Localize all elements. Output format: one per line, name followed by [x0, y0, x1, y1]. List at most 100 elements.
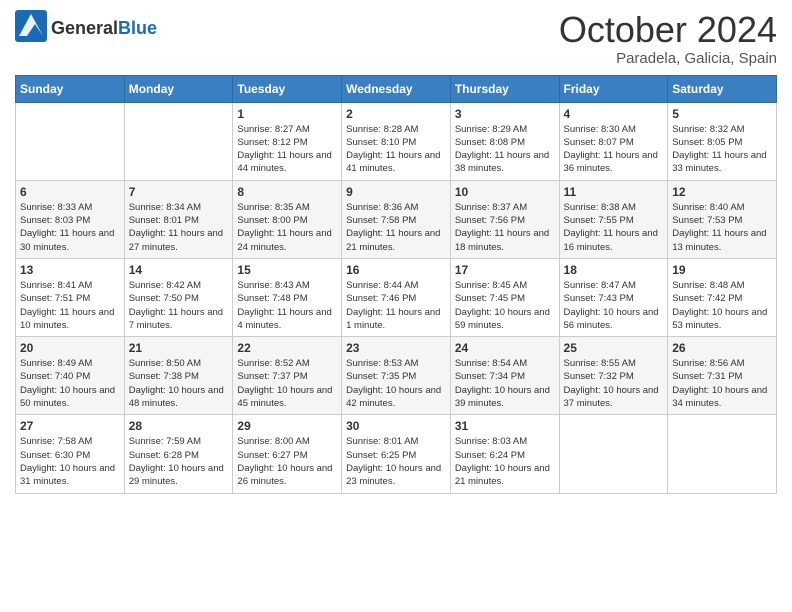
- day-number: 26: [672, 341, 772, 355]
- calendar-table: SundayMondayTuesdayWednesdayThursdayFrid…: [15, 75, 777, 494]
- page: GeneralBlue October 2024 Paradela, Galic…: [0, 0, 792, 612]
- header-row: SundayMondayTuesdayWednesdayThursdayFrid…: [16, 75, 777, 102]
- day-number: 12: [672, 185, 772, 199]
- day-number: 24: [455, 341, 555, 355]
- day-cell: 26 Sunrise: 8:56 AM Sunset: 7:31 PM Dayli…: [668, 337, 777, 415]
- col-header-saturday: Saturday: [668, 75, 777, 102]
- day-number: 3: [455, 107, 555, 121]
- day-cell: 17 Sunrise: 8:45 AM Sunset: 7:45 PM Dayli…: [450, 258, 559, 336]
- day-info: Sunrise: 8:47 AM Sunset: 7:43 PM Dayligh…: [564, 279, 664, 332]
- col-header-monday: Monday: [124, 75, 233, 102]
- day-info: Sunrise: 8:32 AM Sunset: 8:05 PM Dayligh…: [672, 123, 772, 176]
- day-cell: 2 Sunrise: 8:28 AM Sunset: 8:10 PM Daylig…: [342, 102, 451, 180]
- day-cell: 21Sunrise: 8:50 AM Sunset: 7:38 PM Dayli…: [124, 337, 233, 415]
- col-header-friday: Friday: [559, 75, 668, 102]
- logo-general: General: [51, 18, 118, 38]
- day-cell: 6 Sunrise: 8:33 AM Sunset: 8:03 PM Daylig…: [16, 180, 125, 258]
- day-cell: 24Sunrise: 8:54 AM Sunset: 7:34 PM Dayli…: [450, 337, 559, 415]
- day-cell: 18 Sunrise: 8:47 AM Sunset: 7:43 PM Dayli…: [559, 258, 668, 336]
- day-info: Sunrise: 8:56 AM Sunset: 7:31 PM Dayligh…: [672, 357, 772, 410]
- day-info: Sunrise: 8:52 AM Sunset: 7:37 PM Dayligh…: [237, 357, 337, 410]
- week-row-5: 27 Sunrise: 7:58 AM Sunset: 6:30 PM Dayli…: [16, 415, 777, 493]
- day-number: 29: [237, 419, 337, 433]
- day-cell: 5 Sunrise: 8:32 AM Sunset: 8:05 PM Daylig…: [668, 102, 777, 180]
- day-info: Sunrise: 8:49 AM Sunset: 7:40 PM Dayligh…: [20, 357, 120, 410]
- day-info: Sunrise: 8:44 AM Sunset: 7:46 PM Dayligh…: [346, 279, 446, 332]
- day-cell: 29Sunrise: 8:00 AM Sunset: 6:27 PM Dayli…: [233, 415, 342, 493]
- day-number: 11: [564, 185, 664, 199]
- day-info: Sunrise: 8:35 AM Sunset: 8:00 PM Dayligh…: [237, 201, 337, 254]
- day-cell: 12 Sunrise: 8:40 AM Sunset: 7:53 PM Dayli…: [668, 180, 777, 258]
- day-info: Sunrise: 8:37 AM Sunset: 7:56 PM Dayligh…: [455, 201, 555, 254]
- day-number: 9: [346, 185, 446, 199]
- day-number: 18: [564, 263, 664, 277]
- logo-icon: [15, 10, 47, 47]
- day-cell: 8 Sunrise: 8:35 AM Sunset: 8:00 PM Daylig…: [233, 180, 342, 258]
- day-number: 28: [129, 419, 229, 433]
- day-number: 25: [564, 341, 664, 355]
- day-info: Sunrise: 8:48 AM Sunset: 7:42 PM Dayligh…: [672, 279, 772, 332]
- day-number: 8: [237, 185, 337, 199]
- day-number: 19: [672, 263, 772, 277]
- month-title: October 2024: [559, 10, 777, 50]
- day-cell: 23 Sunrise: 8:53 AM Sunset: 7:35 PM Dayli…: [342, 337, 451, 415]
- week-row-2: 6 Sunrise: 8:33 AM Sunset: 8:03 PM Daylig…: [16, 180, 777, 258]
- day-info: Sunrise: 8:42 AM Sunset: 7:50 PM Dayligh…: [129, 279, 229, 332]
- header: GeneralBlue October 2024 Paradela, Galic…: [15, 10, 777, 67]
- logo-blue: Blue: [118, 18, 157, 38]
- day-cell: 20Sunrise: 8:49 AM Sunset: 7:40 PM Dayli…: [16, 337, 125, 415]
- day-cell: 19 Sunrise: 8:48 AM Sunset: 7:42 PM Dayli…: [668, 258, 777, 336]
- day-number: 17: [455, 263, 555, 277]
- day-info: Sunrise: 8:36 AM Sunset: 7:58 PM Dayligh…: [346, 201, 446, 254]
- day-number: 4: [564, 107, 664, 121]
- day-info: Sunrise: 8:34 AM Sunset: 8:01 PM Dayligh…: [129, 201, 229, 254]
- day-info: Sunrise: 8:01 AM Sunset: 6:25 PM Dayligh…: [346, 435, 446, 488]
- logo: GeneralBlue: [15, 10, 157, 47]
- day-cell: 10Sunrise: 8:37 AM Sunset: 7:56 PM Dayli…: [450, 180, 559, 258]
- day-info: Sunrise: 8:55 AM Sunset: 7:32 PM Dayligh…: [564, 357, 664, 410]
- day-number: 31: [455, 419, 555, 433]
- day-info: Sunrise: 8:43 AM Sunset: 7:48 PM Dayligh…: [237, 279, 337, 332]
- day-cell: 14 Sunrise: 8:42 AM Sunset: 7:50 PM Dayli…: [124, 258, 233, 336]
- day-cell: 4 Sunrise: 8:30 AM Sunset: 8:07 PM Daylig…: [559, 102, 668, 180]
- day-cell: 25 Sunrise: 8:55 AM Sunset: 7:32 PM Dayli…: [559, 337, 668, 415]
- day-cell: [668, 415, 777, 493]
- day-number: 6: [20, 185, 120, 199]
- day-info: Sunrise: 8:29 AM Sunset: 8:08 PM Dayligh…: [455, 123, 555, 176]
- day-info: Sunrise: 8:28 AM Sunset: 8:10 PM Dayligh…: [346, 123, 446, 176]
- day-number: 23: [346, 341, 446, 355]
- location-subtitle: Paradela, Galicia, Spain: [559, 50, 777, 67]
- day-cell: 11 Sunrise: 8:38 AM Sunset: 7:55 PM Dayli…: [559, 180, 668, 258]
- logo-text: GeneralBlue: [51, 19, 157, 39]
- day-number: 2: [346, 107, 446, 121]
- day-info: Sunrise: 8:30 AM Sunset: 8:07 PM Dayligh…: [564, 123, 664, 176]
- day-cell: 7Sunrise: 8:34 AM Sunset: 8:01 PM Daylig…: [124, 180, 233, 258]
- day-info: Sunrise: 8:45 AM Sunset: 7:45 PM Dayligh…: [455, 279, 555, 332]
- day-cell: 3 Sunrise: 8:29 AM Sunset: 8:08 PM Daylig…: [450, 102, 559, 180]
- week-row-3: 13Sunrise: 8:41 AM Sunset: 7:51 PM Dayli…: [16, 258, 777, 336]
- day-info: Sunrise: 7:58 AM Sunset: 6:30 PM Dayligh…: [20, 435, 120, 488]
- week-row-4: 20Sunrise: 8:49 AM Sunset: 7:40 PM Dayli…: [16, 337, 777, 415]
- day-info: Sunrise: 8:03 AM Sunset: 6:24 PM Dayligh…: [455, 435, 555, 488]
- day-number: 5: [672, 107, 772, 121]
- day-number: 13: [20, 263, 120, 277]
- day-info: Sunrise: 8:33 AM Sunset: 8:03 PM Dayligh…: [20, 201, 120, 254]
- day-info: Sunrise: 8:50 AM Sunset: 7:38 PM Dayligh…: [129, 357, 229, 410]
- day-cell: [16, 102, 125, 180]
- day-info: Sunrise: 8:53 AM Sunset: 7:35 PM Dayligh…: [346, 357, 446, 410]
- day-cell: 15Sunrise: 8:43 AM Sunset: 7:48 PM Dayli…: [233, 258, 342, 336]
- col-header-thursday: Thursday: [450, 75, 559, 102]
- day-info: Sunrise: 8:27 AM Sunset: 8:12 PM Dayligh…: [237, 123, 337, 176]
- day-number: 27: [20, 419, 120, 433]
- day-number: 30: [346, 419, 446, 433]
- day-info: Sunrise: 8:40 AM Sunset: 7:53 PM Dayligh…: [672, 201, 772, 254]
- day-number: 1: [237, 107, 337, 121]
- day-info: Sunrise: 8:38 AM Sunset: 7:55 PM Dayligh…: [564, 201, 664, 254]
- day-cell: 27 Sunrise: 7:58 AM Sunset: 6:30 PM Dayli…: [16, 415, 125, 493]
- day-cell: 1 Sunrise: 8:27 AM Sunset: 8:12 PM Daylig…: [233, 102, 342, 180]
- day-cell: [559, 415, 668, 493]
- week-row-1: 1 Sunrise: 8:27 AM Sunset: 8:12 PM Daylig…: [16, 102, 777, 180]
- day-number: 14: [129, 263, 229, 277]
- day-cell: 22Sunrise: 8:52 AM Sunset: 7:37 PM Dayli…: [233, 337, 342, 415]
- day-number: 16: [346, 263, 446, 277]
